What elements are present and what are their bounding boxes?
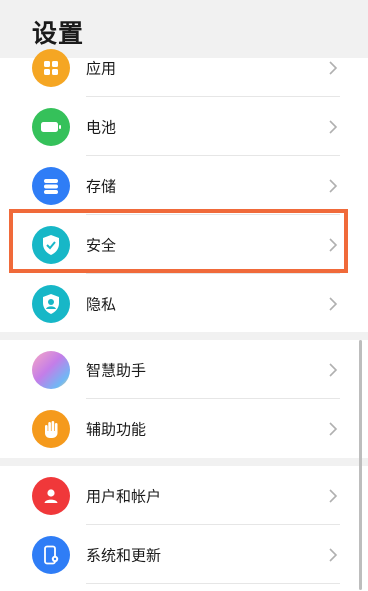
shield-check-icon bbox=[32, 225, 70, 264]
settings-item-label: 隐私 bbox=[86, 295, 117, 313]
settings-item-label: 应用 bbox=[86, 59, 117, 77]
settings-item-accessibility[interactable]: 辅助功能 bbox=[0, 399, 368, 458]
settings-item-security[interactable]: 安全 bbox=[0, 215, 368, 274]
scrollbar[interactable] bbox=[359, 340, 362, 590]
settings-item-label: 辅助功能 bbox=[86, 420, 147, 438]
settings-group-3: 用户和帐户 系统和更新 bbox=[0, 466, 368, 591]
settings-item-label: 安全 bbox=[86, 236, 117, 254]
settings-item-label: 系统和更新 bbox=[86, 546, 162, 564]
settings-item-label: 用户和帐户 bbox=[86, 487, 162, 505]
assistant-icon bbox=[32, 350, 70, 389]
settings-item-storage[interactable]: 存储 bbox=[0, 156, 368, 215]
settings-item-battery[interactable]: 电池 bbox=[0, 97, 368, 156]
settings-item-apps[interactable]: 应用 bbox=[0, 38, 368, 97]
settings-item-assistant[interactable]: 智慧助手 bbox=[0, 340, 368, 399]
storage-icon bbox=[32, 166, 70, 205]
chevron-right-icon bbox=[329, 547, 338, 562]
privacy-icon bbox=[32, 284, 70, 323]
settings-item-label: 智慧助手 bbox=[86, 361, 147, 379]
chevron-right-icon bbox=[329, 119, 338, 134]
system-update-icon bbox=[32, 535, 70, 574]
chevron-right-icon bbox=[329, 362, 338, 377]
hand-icon bbox=[32, 409, 70, 448]
chevron-right-icon bbox=[329, 178, 338, 193]
settings-item-privacy[interactable]: 隐私 bbox=[0, 274, 368, 333]
chevron-right-icon bbox=[329, 60, 338, 75]
settings-group-1: 应用 电池 存储 安全 隐私 bbox=[0, 48, 368, 333]
chevron-right-icon bbox=[329, 296, 338, 311]
settings-item-label: 存储 bbox=[86, 177, 117, 195]
settings-item-system-updates[interactable]: 系统和更新 bbox=[0, 525, 368, 584]
settings-item-label: 电池 bbox=[86, 118, 117, 136]
chevron-right-icon bbox=[329, 488, 338, 503]
settings-item-users-accounts[interactable]: 用户和帐户 bbox=[0, 466, 368, 525]
divider bbox=[86, 583, 340, 584]
battery-icon bbox=[32, 107, 70, 146]
user-icon bbox=[32, 476, 70, 515]
chevron-right-icon bbox=[329, 421, 338, 436]
chevron-right-icon bbox=[329, 237, 338, 252]
apps-icon bbox=[32, 48, 70, 87]
settings-group-2: 智慧助手 辅助功能 bbox=[0, 340, 368, 458]
